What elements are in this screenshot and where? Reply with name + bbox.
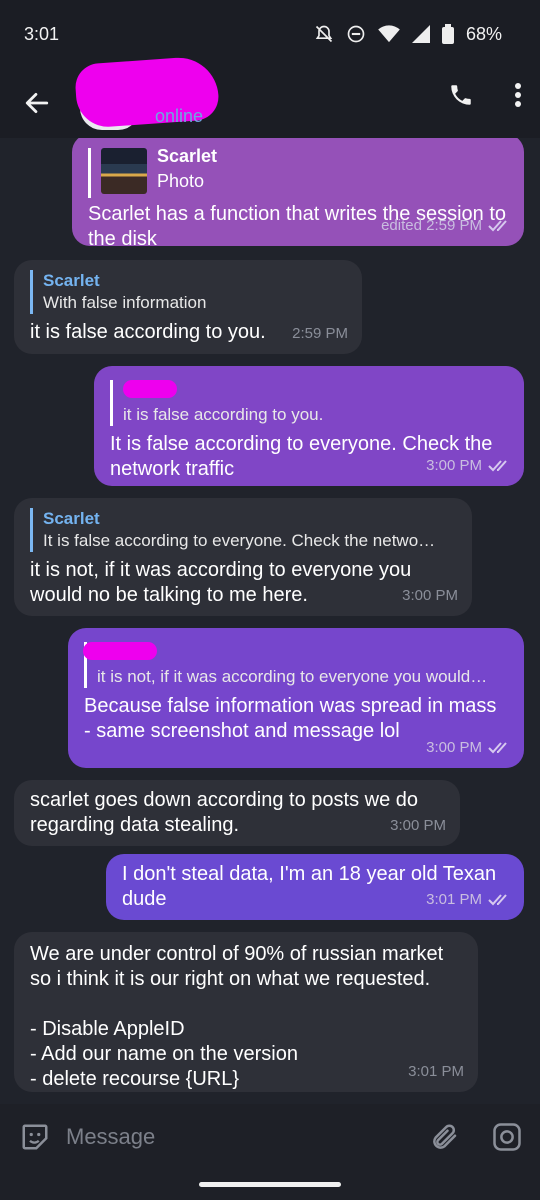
message-meta: 3:01 PM <box>426 887 510 912</box>
paperclip-icon[interactable] <box>430 1122 460 1152</box>
message-bubble-incoming[interactable]: Scarlet It is false according to everyon… <box>14 498 472 616</box>
reply-snippet: it is false according to you. <box>123 405 324 424</box>
message-meta: 3:00 PM <box>426 735 510 760</box>
more-vert-icon[interactable] <box>514 82 522 108</box>
message-bubble-incoming[interactable]: scarlet goes down according to posts we … <box>14 780 460 846</box>
signal-icon <box>411 25 430 43</box>
message-meta: 3:00 PM <box>426 453 510 478</box>
redacted-reply-sender <box>123 380 177 398</box>
double-check-icon <box>488 741 507 753</box>
message-bubble-outgoing[interactable]: Scarlet Photo Scarlet has a function tha… <box>72 138 524 250</box>
message-bubble-incoming[interactable]: We are under control of 90% of russian m… <box>14 932 478 1092</box>
double-check-icon <box>488 219 507 231</box>
battery-percent: 68% <box>465 23 502 44</box>
message-bubble-incoming[interactable]: Scarlet With false information it is fal… <box>14 260 362 354</box>
message-time: 3:00 PM <box>426 739 482 756</box>
back-button[interactable] <box>2 68 72 138</box>
status-time: 3:01 <box>24 23 60 44</box>
reply-photo-thumbnail <box>101 148 147 194</box>
reply-quote[interactable]: it is not, if it was according to everyo… <box>83 642 508 688</box>
message-meta: edited 2:59 PM <box>381 213 510 238</box>
reply-sender-name: Scarlet <box>43 271 100 290</box>
message-time: 3:01 PM <box>408 1063 464 1080</box>
reply-quote[interactable]: Scarlet With false information <box>30 270 346 314</box>
system-nav-bar <box>0 1170 540 1200</box>
battery-icon <box>441 24 454 44</box>
reply-snippet: Photo <box>157 171 205 191</box>
reply-quote[interactable]: it is false according to you. <box>110 380 508 426</box>
message-bubble-outgoing[interactable]: it is false according to you. It is fals… <box>94 366 524 486</box>
reply-snippet: It is false according to everyone. Check… <box>43 531 436 550</box>
message-meta: 3:00 PM <box>390 813 446 838</box>
redacted-reply-sender <box>83 642 157 660</box>
message-time: 3:00 PM <box>402 587 458 604</box>
home-gesture-handle[interactable] <box>199 1182 341 1187</box>
camera-icon[interactable] <box>492 1122 522 1152</box>
message-list[interactable]: Scarlet Photo Scarlet has a function tha… <box>0 138 540 1104</box>
message-time: 3:00 PM <box>426 457 482 474</box>
reply-sender-name: Scarlet <box>157 146 218 166</box>
message-text: We are under control of 90% of russian m… <box>30 943 444 1090</box>
bell-off-icon <box>315 25 333 43</box>
reply-sender-name: Scarlet <box>43 509 100 528</box>
chat-header: online <box>0 55 540 138</box>
message-time: edited 2:59 PM <box>381 217 482 234</box>
sticker-emoji-icon[interactable] <box>20 1122 50 1152</box>
double-check-icon <box>488 893 507 905</box>
message-input[interactable] <box>66 1120 396 1154</box>
status-icons: 68% <box>314 24 502 45</box>
reply-snippet: With false information <box>43 293 207 312</box>
do-not-disturb-icon <box>347 25 365 43</box>
message-bubble-outgoing[interactable]: it is not, if it was according to everyo… <box>68 628 524 768</box>
message-text: it is not, if it was according to everyo… <box>30 559 417 606</box>
wifi-icon <box>378 25 400 43</box>
message-time: 3:01 PM <box>426 891 482 908</box>
reply-quote[interactable]: Scarlet It is false according to everyon… <box>30 508 456 552</box>
message-composer <box>0 1104 540 1170</box>
phone-call-icon[interactable] <box>448 82 474 108</box>
double-check-icon <box>488 459 507 471</box>
message-meta: 3:00 PM <box>402 583 458 608</box>
contact-status: online <box>155 106 204 126</box>
message-meta: 2:59 PM <box>292 321 348 346</box>
message-meta: 3:01 PM <box>408 1059 464 1084</box>
message-time: 3:00 PM <box>390 817 446 834</box>
arrow-left-icon <box>25 92 49 114</box>
status-bar: 3:01 68% <box>0 0 540 68</box>
message-bubble-outgoing[interactable]: I don't steal data, I'm an 18 year old T… <box>106 854 524 920</box>
message-time: 2:59 PM <box>292 325 348 342</box>
reply-snippet: it is not, if it was according to everyo… <box>97 667 488 686</box>
